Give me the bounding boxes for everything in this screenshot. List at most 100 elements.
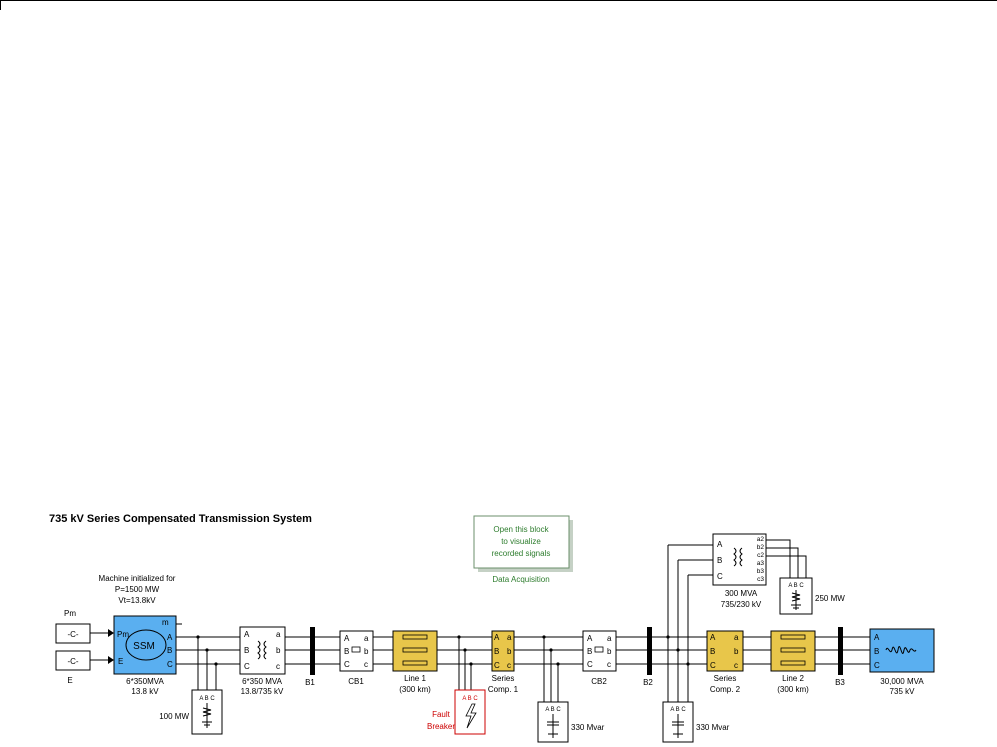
cb2-block[interactable]: A a B b C c bbox=[582, 630, 617, 672]
machine-name: SSM bbox=[133, 641, 155, 652]
t2-port-r0: a2 bbox=[757, 536, 765, 543]
e-constant-value: -C- bbox=[67, 657, 78, 666]
shunt1-taps bbox=[542, 635, 560, 702]
cb1-l3: b bbox=[364, 647, 369, 656]
load-100-abc: A B C bbox=[199, 696, 215, 702]
sc2-l0: A bbox=[710, 633, 716, 642]
transformer-2-block[interactable]: A B C a2 b2 c2 a3 b3 c3 bbox=[712, 533, 767, 586]
b2-taps bbox=[666, 544, 713, 702]
machine-note-1: Machine initialized for bbox=[99, 574, 176, 583]
t1-port-c2: c bbox=[276, 662, 280, 671]
sc2-l5: c bbox=[734, 661, 738, 670]
t1-port-c: C bbox=[244, 662, 250, 671]
data-acquisition-block[interactable]: Open this block to visualize recorded si… bbox=[473, 515, 573, 572]
fault-label-2: Breaker bbox=[427, 722, 455, 731]
machine-label-1: 6*350MVA bbox=[126, 677, 164, 686]
pm-constant-block[interactable]: -C- bbox=[55, 623, 91, 644]
line-2-block[interactable] bbox=[770, 630, 816, 672]
sc2-l1: a bbox=[734, 633, 739, 642]
cb2-l5: c bbox=[607, 660, 611, 669]
load-100-label: 100 MW bbox=[159, 712, 189, 721]
equivalent-source-block[interactable]: A B C bbox=[869, 628, 935, 673]
t2-port-r4: b3 bbox=[757, 568, 765, 575]
cb1-l4: C bbox=[344, 660, 350, 669]
data-acq-text-1: Open this block bbox=[493, 525, 549, 534]
e-label: E bbox=[67, 676, 72, 685]
t1-label-1: 6*350 MVA bbox=[242, 677, 283, 686]
pm-label: Pm bbox=[64, 609, 76, 618]
load-250mw-block[interactable]: A B C bbox=[779, 577, 813, 615]
data-acq-label: Data Acquisition bbox=[492, 575, 549, 584]
series-comp-1-block[interactable]: A a B b C c bbox=[491, 630, 515, 672]
machine-label-2: 13.8 kV bbox=[131, 687, 159, 696]
data-acq-text-3: recorded signals bbox=[492, 549, 551, 558]
shunt-330-2-block[interactable]: A B C bbox=[662, 701, 694, 743]
fault-breaker-block[interactable]: A B C bbox=[454, 689, 486, 735]
sc2-l4: C bbox=[710, 661, 716, 670]
shunt2-label: 330 Mvar bbox=[696, 723, 730, 732]
t1-port-b: B bbox=[244, 646, 249, 655]
cb1-l5: c bbox=[364, 660, 368, 669]
bus-b2[interactable] bbox=[647, 627, 652, 675]
shunt-330-1-block[interactable]: A B C bbox=[537, 701, 569, 743]
line-1-block[interactable] bbox=[392, 630, 438, 672]
e-constant-block[interactable]: -C- bbox=[55, 650, 91, 671]
line2-label-2: (300 km) bbox=[777, 685, 809, 694]
machine-note-3: Vt=13.8kV bbox=[118, 596, 156, 605]
eq-port-a: A bbox=[874, 633, 880, 642]
t2-port-a: A bbox=[717, 540, 723, 549]
t2-label-1: 300 MVA bbox=[725, 589, 758, 598]
machine-port-m: m bbox=[162, 618, 169, 627]
load-100mw-block[interactable]: A B C bbox=[191, 689, 223, 735]
cb2-l3: b bbox=[607, 647, 612, 656]
t1-port-a: A bbox=[244, 630, 250, 639]
sc1-label-1: Series bbox=[492, 674, 515, 683]
line1-label-2: (300 km) bbox=[399, 685, 431, 694]
t2-secondary-wires bbox=[766, 539, 807, 578]
eq-label-2: 735 kV bbox=[890, 687, 916, 696]
synchronous-machine-block[interactable]: SSM Pm E m A B C bbox=[113, 615, 182, 675]
t1-port-a2: a bbox=[276, 630, 281, 639]
bus-b2-label: B2 bbox=[643, 678, 653, 687]
t2-port-r1: b2 bbox=[757, 544, 765, 551]
sc1-l0: A bbox=[494, 633, 500, 642]
t2-port-r3: a3 bbox=[757, 560, 765, 567]
cb2-label: CB2 bbox=[591, 677, 607, 686]
sc1-l4: C bbox=[494, 661, 500, 670]
simulink-diagram: 735 kV Series Compensated Transmission S… bbox=[49, 513, 935, 743]
machine-port-b: B bbox=[167, 646, 172, 655]
machine-port-pm: Pm bbox=[117, 630, 129, 639]
cb2-l4: C bbox=[587, 660, 593, 669]
bus-b1[interactable] bbox=[310, 627, 315, 675]
machine-port-a: A bbox=[167, 633, 173, 642]
sc1-l1: a bbox=[507, 633, 512, 642]
transformer-1-block[interactable]: A B C a b c bbox=[239, 626, 286, 675]
line2-label-1: Line 2 bbox=[782, 674, 804, 683]
t2-port-b: B bbox=[717, 556, 722, 565]
cb2-l2: B bbox=[587, 647, 592, 656]
source-wires bbox=[90, 629, 114, 664]
cb2-l1: a bbox=[607, 634, 612, 643]
sc1-l5: c bbox=[507, 661, 511, 670]
sc1-l3: b bbox=[507, 647, 512, 656]
sc2-label-1: Series bbox=[714, 674, 737, 683]
bus-b1-label: B1 bbox=[305, 678, 315, 687]
fault-taps bbox=[457, 635, 473, 690]
load-100-taps bbox=[196, 635, 218, 690]
load-250-abc: A B C bbox=[788, 583, 804, 589]
pm-constant-value: -C- bbox=[67, 630, 78, 639]
t2-port-r5: c3 bbox=[757, 576, 764, 583]
bus-b3[interactable] bbox=[838, 627, 843, 675]
eq-port-c: C bbox=[874, 661, 880, 670]
machine-port-c: C bbox=[167, 660, 173, 669]
machine-note-2: P=1500 MW bbox=[115, 585, 160, 594]
t2-label-2: 735/230 kV bbox=[721, 600, 762, 609]
cb1-block[interactable]: A a B b C c bbox=[339, 630, 374, 672]
cb1-l0: A bbox=[344, 634, 350, 643]
series-comp-2-block[interactable]: A a B b C c bbox=[706, 630, 744, 672]
cb1-l2: B bbox=[344, 647, 349, 656]
sc2-l3: b bbox=[734, 647, 739, 656]
shunt1-label: 330 Mvar bbox=[571, 723, 605, 732]
shunt2-abc: A B C bbox=[670, 707, 686, 713]
shunt1-abc: A B C bbox=[545, 707, 561, 713]
